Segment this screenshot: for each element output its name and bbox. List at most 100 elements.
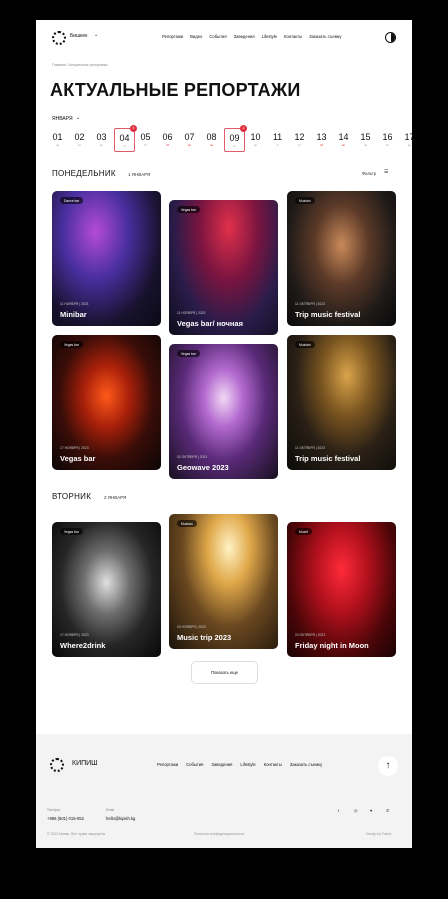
vk-icon[interactable]: ♥: [370, 808, 372, 813]
venue-tag: Vegas bar: [60, 341, 83, 348]
city-selector[interactable]: Бишкек: [70, 33, 87, 39]
venue-tag: Muzef: [295, 528, 312, 535]
card-title: Vegas bar: [60, 454, 96, 463]
date-number: 15: [360, 132, 371, 142]
weekday-label: пн: [363, 143, 368, 147]
card-date: 11 НОЯБРЯ | 2023: [177, 311, 206, 315]
facebook-icon[interactable]: f: [338, 808, 339, 813]
header: Бишкек ⌄ Репортажи Видео События Заведен…: [36, 20, 412, 56]
weekday-label: ср: [253, 143, 258, 147]
report-card[interactable]: Muzkan 11 ОКТЯБРЯ | 2023 Trip music festiv…: [287, 335, 396, 470]
nav-order[interactable]: Заказать съемку: [309, 34, 341, 39]
nav-reports[interactable]: Репортажи: [162, 34, 183, 39]
date-number: 05: [140, 132, 151, 142]
date-item[interactable]: 11 чт: [268, 128, 287, 150]
copyright: © 2023 Кипиш. Все права защищены.: [47, 832, 107, 836]
weekday-label: пн: [55, 143, 60, 147]
date-item[interactable]: 15 пн: [356, 128, 375, 150]
show-more-button[interactable]: Показать еще: [191, 661, 258, 684]
logo-icon[interactable]: [50, 758, 64, 772]
weekday-label: чт: [276, 143, 279, 147]
date-number: 03: [96, 132, 107, 142]
logo-icon[interactable]: [52, 31, 66, 45]
footer-nav-contacts[interactable]: Контакты: [264, 762, 282, 767]
date-item[interactable]: 03 ср: [92, 128, 111, 150]
report-card[interactable]: Muzkan 03 НОЯБРЯ | 2023 Music trip 2023: [169, 514, 278, 649]
card-title: Trip music festival: [295, 454, 361, 463]
weekday-label: сб: [319, 143, 324, 147]
date-item[interactable]: 12 пт: [290, 128, 309, 150]
scroll-top-button[interactable]: ↑: [378, 756, 398, 776]
date-number: 13: [316, 132, 327, 142]
email-label: Email: [106, 808, 114, 812]
venue-tag: Muzkan: [295, 341, 315, 348]
report-card[interactable]: Vegas bar 17 НОЯБРЯ | 2023 Vegas bar: [52, 335, 161, 470]
breadcrumb[interactable]: Главная / Актуальные репортажи: [52, 63, 108, 67]
venue-tag: Muzkan: [177, 520, 197, 527]
report-card[interactable]: Dance bar 11 НОЯБРЯ | 2023 Minibar: [52, 191, 161, 326]
card-date: 11 НОЯБРЯ | 2023: [60, 302, 89, 306]
date-number: 09: [229, 133, 240, 143]
date-item[interactable]: 09 вт 2: [224, 125, 247, 152]
date-item[interactable]: 06 сб: [158, 128, 177, 150]
date-number: 06: [162, 132, 173, 142]
footer-nav-reports[interactable]: Репортажи: [157, 762, 178, 767]
date-number: 04: [119, 133, 130, 143]
report-card[interactable]: Muzkan 11 ОКТЯБРЯ | 2023 Trip music festiv…: [287, 191, 396, 326]
privacy-link[interactable]: Политика конфиденциальности: [194, 832, 244, 836]
card-date: 24 ОКТЯБРЯ | 2023: [295, 633, 326, 637]
venue-tag: Dance bar: [60, 197, 84, 204]
date-item[interactable]: 04 чт 4: [114, 125, 137, 152]
filter-icon[interactable]: ☰: [384, 169, 388, 175]
weekday-label: вс: [187, 143, 192, 147]
weekday-label: вт: [386, 143, 389, 147]
card-date: 11 ОКТЯБРЯ | 2023: [295, 446, 325, 450]
chevron-down-icon[interactable]: ⌄: [76, 115, 80, 121]
date-item[interactable]: 02 вт: [70, 128, 89, 150]
weekday-label: пт: [144, 143, 147, 147]
date-number: 10: [250, 132, 261, 142]
date-item[interactable]: 17 ср: [400, 128, 412, 150]
weekday-label: пн: [209, 143, 214, 147]
date-item[interactable]: 08 пн: [202, 128, 221, 150]
email-link[interactable]: hello@kipish.kg: [106, 816, 135, 821]
nav-video[interactable]: Видео: [190, 34, 202, 39]
nav-contacts[interactable]: Контакты: [284, 34, 302, 39]
card-title: Music trip 2023: [177, 633, 232, 642]
venue-tag: Vegas bar: [177, 350, 200, 357]
date-item[interactable]: 14 вс: [334, 128, 353, 150]
date-item[interactable]: 13 сб: [312, 128, 331, 150]
nav-events[interactable]: События: [209, 34, 226, 39]
chevron-down-icon[interactable]: ⌄: [94, 32, 98, 38]
report-card[interactable]: Vegas bar 02 ОКТЯБРЯ | 2023 Geowave 2023: [169, 344, 278, 479]
instagram-icon[interactable]: ◎: [354, 808, 358, 813]
filter-button[interactable]: Фильтр: [362, 171, 376, 176]
date-item[interactable]: 16 вт: [378, 128, 397, 150]
nav-venues[interactable]: Заведения: [234, 34, 255, 39]
date-item[interactable]: 07 вс: [180, 128, 199, 150]
date-number: 17: [404, 132, 412, 142]
whatsapp-icon[interactable]: ✆: [386, 808, 389, 813]
card-date: 02 ОКТЯБРЯ | 2023: [177, 455, 208, 459]
footer-nav-lifestyle[interactable]: Lifestyle: [240, 762, 255, 767]
footer-nav-events[interactable]: События: [186, 762, 203, 767]
venue-tag: Muzkan: [295, 197, 315, 204]
report-card[interactable]: Muzef 24 ОКТЯБРЯ | 2023 Friday night in Mo…: [287, 522, 396, 657]
credit-link[interactable]: Design by Fabric: [366, 832, 391, 836]
month-selector[interactable]: ЯНВАРЯ: [52, 116, 73, 122]
date-number: 07: [184, 132, 195, 142]
report-card[interactable]: Vegas bar 17 НОЯБРЯ | 2023 Where2drink: [52, 522, 161, 657]
nav-lifestyle[interactable]: Lifestyle: [262, 34, 277, 39]
theme-toggle-icon[interactable]: [385, 32, 396, 43]
card-title: Geowave 2023: [177, 463, 229, 472]
date-number: 12: [294, 132, 305, 142]
footer: КИПИШ Репортажи События Заведения Lifest…: [36, 734, 412, 848]
phone-link[interactable]: +996 (501) 015-052: [47, 816, 84, 821]
footer-nav-order[interactable]: Заказать съемку: [290, 762, 322, 767]
main-nav: Репортажи Видео События Заведения Lifest…: [162, 34, 341, 39]
report-card[interactable]: Vegas bar 11 НОЯБРЯ | 2023 Vegas bar/ ночн…: [169, 200, 278, 335]
footer-nav-venues[interactable]: Заведения: [211, 762, 232, 767]
date-item[interactable]: 05 пт: [136, 128, 155, 150]
date-item[interactable]: 01 пн: [48, 128, 67, 150]
date-item[interactable]: 10 ср: [246, 128, 265, 150]
